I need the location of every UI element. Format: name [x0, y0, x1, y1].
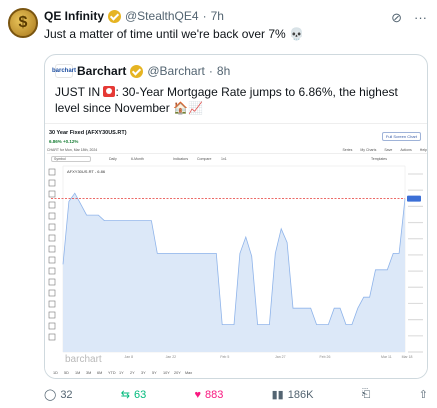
x-tick-label: Mar 11 [381, 355, 392, 359]
quoted-tweet[interactable]: barchart Barchart @Barchart · 8h JUST IN… [44, 54, 428, 379]
x-tick-label: Mar 18 [402, 355, 413, 359]
drawing-tool-icon [48, 234, 56, 242]
timeframe-button: Max [185, 371, 192, 375]
timeframe-button: 5D [64, 371, 69, 375]
bookmark-icon: ⎗ [361, 388, 371, 400]
tweet-header: QE Infinity @StealthQE4 · 7h [44, 9, 224, 23]
x-tick-label: Jan 22 [166, 355, 177, 359]
drawing-tool-icon [48, 201, 56, 209]
timeframe-button: 1Y [119, 371, 124, 375]
more-icon[interactable]: ··· [414, 10, 427, 26]
timeframe-button: YTD [108, 371, 116, 375]
drawing-tool-icon [48, 311, 56, 319]
share-icon: ⇧ [418, 389, 428, 401]
bookmark-button[interactable]: ⎗ [362, 388, 371, 401]
display-name[interactable]: QE Infinity [44, 9, 104, 23]
grok-icon[interactable]: ⊘ [391, 10, 402, 26]
heart-icon: ♥ [194, 388, 202, 401]
rate-area-fill [63, 193, 405, 352]
tweet[interactable]: $ QE Infinity @StealthQE4 · 7h ⊘ ··· Jus… [0, 0, 437, 408]
x-tick-label: Feb 26 [320, 355, 331, 359]
verified-badge-icon [130, 64, 144, 78]
avatar-symbol: $ [18, 14, 28, 31]
x-axis-ticks: Jan 8 Jan 22 Feb 5 Jan 27 Feb 26 Mar 11 Mar 18 [125, 355, 413, 359]
reply-button[interactable]: ◯ 32 [44, 388, 73, 402]
views-count: 186K [287, 388, 314, 401]
quoted-text: JUST IN : 30-Year Mortgage Rate jumps to… [55, 84, 420, 116]
user-handle[interactable]: @StealthQE4 [125, 9, 199, 23]
separator-dot: · [202, 9, 207, 23]
tweet-time[interactable]: 7h [211, 9, 224, 23]
chart-screenshot[interactable]: 30 Year Fixed (AFXY30US.RT) 6.86% +0.12%… [45, 123, 427, 378]
current-level-tag [407, 195, 421, 202]
views-icon: ▮▮ [271, 389, 284, 401]
drawing-tool-icon [48, 322, 56, 330]
quoted-avatar[interactable]: barchart [52, 64, 76, 78]
timeframe-button: 1D [53, 371, 58, 375]
timeframe-button: 20Y [174, 371, 181, 375]
timeframe-button: 6M [97, 371, 102, 375]
siren-icon [103, 86, 116, 97]
just-in-label: JUST IN [55, 85, 101, 99]
separator-dot: · [208, 64, 213, 78]
timeframe-button: 2Y [130, 371, 135, 375]
like-button[interactable]: ♥ 883 [195, 388, 224, 401]
avatar[interactable]: $ [8, 8, 38, 38]
drawing-tool-icon [48, 168, 56, 176]
symbol-label: AFXY30US.RT - 6.86 [67, 169, 106, 174]
x-tick-label: Feb 5 [220, 355, 229, 359]
drawing-tools-sidebar [48, 168, 56, 341]
timeframe-button: 5Y [152, 371, 157, 375]
verified-badge-icon [108, 9, 121, 23]
timeframe-button: 1M [75, 371, 80, 375]
repost-icon: ⇆ [120, 389, 131, 401]
timeframe-buttons: 1D 5D 1M 3M 6M YTD 1Y 2Y 3Y 5Y 10Y 20Y Max [53, 371, 192, 375]
chart-watermark: barchart [65, 354, 102, 365]
rate-chart: AFXY30US.RT - 6.86 barchart Jan 8 Jan 22 F… [48, 165, 423, 375]
tweet-top-actions: ⊘ ··· [391, 10, 427, 26]
repost-button[interactable]: ⇆ 63 [120, 388, 147, 402]
like-count: 883 [205, 388, 224, 401]
x-tick-label: Jan 27 [275, 355, 286, 359]
tweet-actions: ◯ 32 ⇆ 63 ♥ 883 ▮▮ 186K ⎗ ⇧ [44, 388, 428, 401]
timeframe-button: 3Y [141, 371, 146, 375]
drawing-tool-icon [48, 223, 56, 231]
reply-icon: ◯ [44, 389, 57, 401]
drawing-tool-icon [48, 300, 56, 308]
tweet-text: Just a matter of time until we're back o… [44, 27, 304, 41]
quoted-time[interactable]: 8h [217, 64, 230, 78]
quoted-handle[interactable]: @Barchart [147, 64, 205, 78]
repost-count: 63 [134, 388, 147, 401]
drawing-tool-icon [48, 289, 56, 297]
drawing-tool-icon [48, 245, 56, 253]
views-button[interactable]: ▮▮ 186K [271, 388, 314, 402]
x-tick-label: Jan 8 [125, 355, 134, 359]
drawing-tool-icon [48, 267, 56, 275]
reply-count: 32 [60, 388, 73, 401]
quoted-tweet-header: barchart Barchart @Barchart · 8h [52, 64, 230, 78]
timeframe-button: 10Y [163, 371, 170, 375]
share-button[interactable]: ⇧ [419, 388, 428, 401]
timeframe-button: 3M [86, 371, 91, 375]
drawing-tool-icon [48, 333, 56, 341]
drawing-tool-icon [48, 256, 56, 264]
quoted-display-name[interactable]: Barchart [77, 64, 126, 78]
drawing-tool-icon [48, 179, 56, 187]
drawing-tool-icon [48, 212, 56, 220]
drawing-tool-icon [48, 190, 56, 198]
drawing-tool-icon [48, 278, 56, 286]
